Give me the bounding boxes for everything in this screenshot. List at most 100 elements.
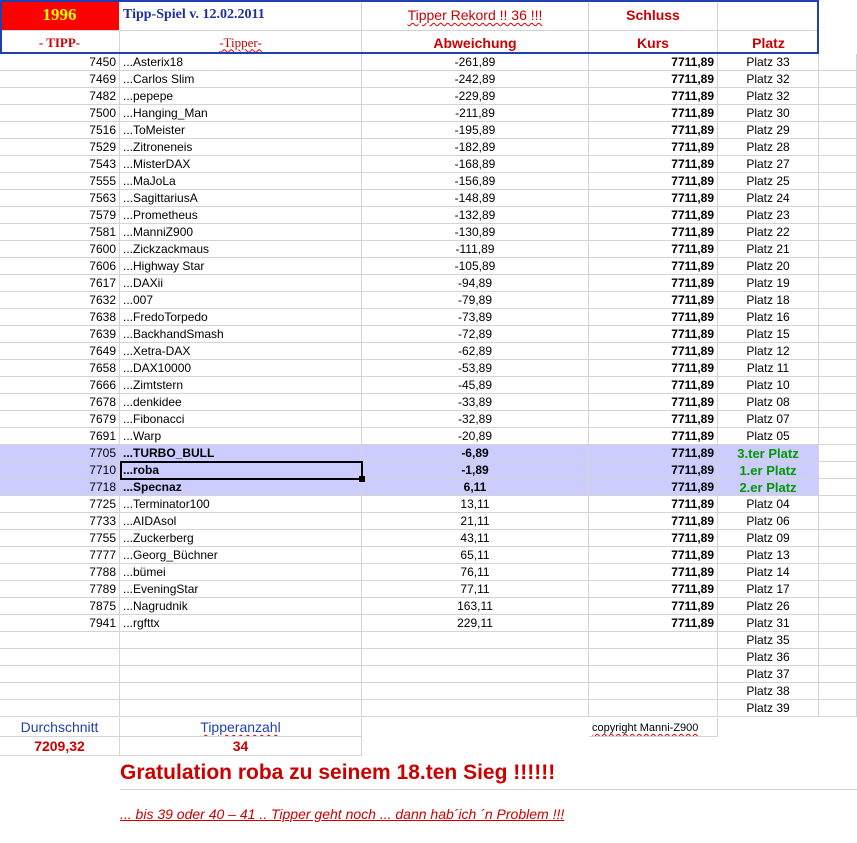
cell-abweichung[interactable]: 229,11	[362, 615, 589, 632]
cell-empty[interactable]	[819, 547, 857, 564]
cell-platz[interactable]: Platz 12	[718, 343, 819, 360]
cell-empty[interactable]	[819, 666, 857, 683]
cell-tipp[interactable]: 7666	[0, 377, 120, 394]
cell-kurs[interactable]: 7711,89	[589, 241, 718, 258]
cell-platz[interactable]: 1.er Platz	[718, 462, 819, 479]
cell-platz[interactable]: Platz 33	[718, 54, 819, 71]
cell-platz[interactable]: Platz 30	[718, 105, 819, 122]
cell-empty[interactable]	[819, 530, 857, 547]
cell-abweichung[interactable]: -62,89	[362, 343, 589, 360]
cell-kurs[interactable]: 7711,89	[589, 394, 718, 411]
cell-platz[interactable]: Platz 16	[718, 309, 819, 326]
cell-abweichung[interactable]: 6,11	[362, 479, 589, 496]
cell-platz[interactable]: Platz 27	[718, 156, 819, 173]
cell-tipper[interactable]: ...SagittariusA	[120, 190, 362, 207]
cell-kurs[interactable]	[589, 632, 718, 649]
cell-kurs[interactable]	[589, 666, 718, 683]
cell-kurs[interactable]: 7711,89	[589, 88, 718, 105]
cell-tipper[interactable]: ...pepepe	[120, 88, 362, 105]
cell-tipper[interactable]: ...Fibonacci	[120, 411, 362, 428]
cell-tipper[interactable]: ...Nagrudnik	[120, 598, 362, 615]
cell-abweichung[interactable]: -53,89	[362, 360, 589, 377]
cell-abweichung[interactable]: -20,89	[362, 428, 589, 445]
cell-tipper[interactable]	[120, 683, 362, 700]
cell-empty[interactable]	[819, 309, 857, 326]
cell-tipp[interactable]: 7606	[0, 258, 120, 275]
cell-empty[interactable]	[819, 275, 857, 292]
cell-kurs[interactable]: 7711,89	[589, 207, 718, 224]
cell-platz[interactable]: Platz 14	[718, 564, 819, 581]
cell-empty[interactable]	[819, 139, 857, 156]
cell-tipp[interactable]: 7450	[0, 54, 120, 71]
cell-tipper[interactable]: ...Xetra-DAX	[120, 343, 362, 360]
cell-tipper[interactable]: ...rgfttx	[120, 615, 362, 632]
cell-tipper[interactable]: ...Warp	[120, 428, 362, 445]
cell-abweichung[interactable]: -168,89	[362, 156, 589, 173]
col-header-platz[interactable]: Platz	[718, 30, 819, 54]
cell-empty[interactable]	[819, 479, 857, 496]
cell-abweichung[interactable]	[362, 666, 589, 683]
cell-tipp[interactable]: 7632	[0, 292, 120, 309]
cell-tipper[interactable]: ...ToMeister	[120, 122, 362, 139]
cell-tipp[interactable]: 7941	[0, 615, 120, 632]
cell-empty[interactable]	[819, 462, 857, 479]
cell-tipp[interactable]: 7875	[0, 598, 120, 615]
cell-tipper[interactable]: ...Specnaz	[120, 479, 362, 496]
col-header-tipp[interactable]: - TIPP-	[0, 30, 120, 54]
cell-kurs[interactable]	[589, 683, 718, 700]
cell-empty[interactable]	[819, 156, 857, 173]
cell-tipper[interactable]: ...Zuckerberg	[120, 530, 362, 547]
cell-kurs[interactable]: 7711,89	[589, 343, 718, 360]
cell-abweichung[interactable]: -132,89	[362, 207, 589, 224]
cell-abweichung[interactable]	[362, 632, 589, 649]
cell-platz[interactable]: Platz 11	[718, 360, 819, 377]
cell-abweichung[interactable]: -261,89	[362, 54, 589, 71]
cell-tipp[interactable]: 7469	[0, 71, 120, 88]
cell-kurs[interactable]: 7711,89	[589, 530, 718, 547]
cell-kurs[interactable]: 7711,89	[589, 139, 718, 156]
cell-empty[interactable]	[819, 649, 857, 666]
cell-empty[interactable]	[819, 394, 857, 411]
cell-abweichung[interactable]: -105,89	[362, 258, 589, 275]
cell-tipp[interactable]: 7638	[0, 309, 120, 326]
cell-empty[interactable]	[819, 683, 857, 700]
cell-tipp[interactable]: 7789	[0, 581, 120, 598]
cell-kurs[interactable]: 7711,89	[589, 156, 718, 173]
cell-tipp[interactable]: 7579	[0, 207, 120, 224]
cell-abweichung[interactable]: 76,11	[362, 564, 589, 581]
cell-platz[interactable]: Platz 38	[718, 683, 819, 700]
cell-tipp[interactable]: 7710	[0, 462, 120, 479]
cell-kurs[interactable]: 7711,89	[589, 54, 718, 71]
cell-kurs[interactable]: 7711,89	[589, 411, 718, 428]
cell-tipper[interactable]: ...Asterix18	[120, 54, 362, 71]
cell-tipp[interactable]: 7705	[0, 445, 120, 462]
cell-empty[interactable]	[819, 122, 857, 139]
cell-abweichung[interactable]: 77,11	[362, 581, 589, 598]
cell-tipp[interactable]: 7529	[0, 139, 120, 156]
schluss-cell[interactable]: Schluss	[589, 0, 718, 30]
cell-tipper[interactable]: ...Carlos Slim	[120, 71, 362, 88]
cell-platz[interactable]: Platz 25	[718, 173, 819, 190]
copyright-cell[interactable]: copyright Manni-Z900	[589, 718, 718, 737]
cell-tipp[interactable]: 7649	[0, 343, 120, 360]
header-empty-cell[interactable]	[718, 0, 819, 30]
cell-tipper[interactable]: ...BackhandSmash	[120, 326, 362, 343]
cell-abweichung[interactable]: 65,11	[362, 547, 589, 564]
cell-platz[interactable]: Platz 05	[718, 428, 819, 445]
cell-abweichung[interactable]: -6,89	[362, 445, 589, 462]
avg-value-cell[interactable]: 7209,32	[0, 737, 120, 756]
cell-platz[interactable]: Platz 15	[718, 326, 819, 343]
cell-abweichung[interactable]: -195,89	[362, 122, 589, 139]
cell-kurs[interactable]: 7711,89	[589, 122, 718, 139]
cell-empty[interactable]	[819, 598, 857, 615]
cell-kurs[interactable]: 7711,89	[589, 496, 718, 513]
cell-platz[interactable]: Platz 07	[718, 411, 819, 428]
year-cell[interactable]: 1996	[0, 0, 120, 30]
congrats-cell[interactable]: Gratulation roba zu seinem 18.ten Sieg !…	[120, 756, 857, 790]
cell-tipp[interactable]	[0, 666, 120, 683]
cell-tipper[interactable]: ...Zimtstern	[120, 377, 362, 394]
cell-platz[interactable]: Platz 36	[718, 649, 819, 666]
cell-kurs[interactable]: 7711,89	[589, 462, 718, 479]
cell-kurs[interactable]: 7711,89	[589, 71, 718, 88]
cell-empty[interactable]	[819, 360, 857, 377]
